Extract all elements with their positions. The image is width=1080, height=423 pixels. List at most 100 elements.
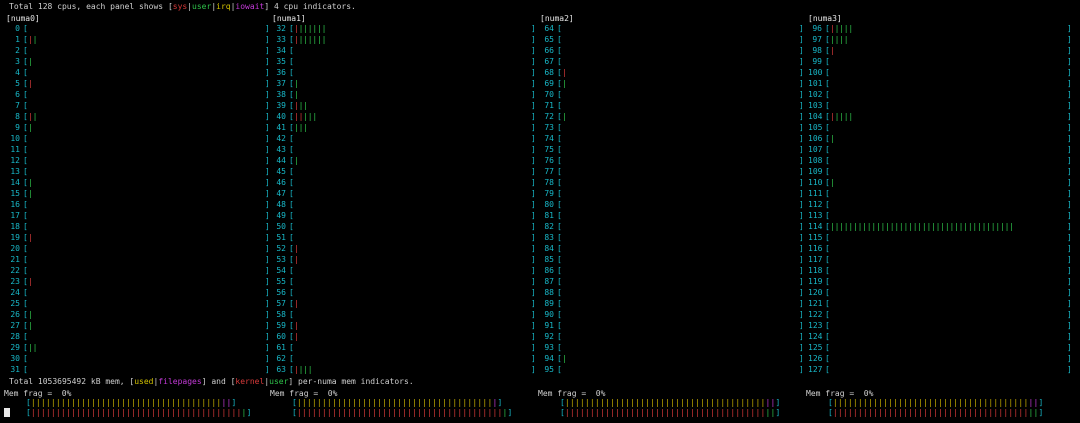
cpu-number: 121 [808, 299, 823, 308]
sys-bar: | [28, 233, 33, 242]
cpu-bracket-right: ] [799, 68, 804, 77]
cpu-row: 6[] [6, 90, 273, 99]
cpu-number: 5 [15, 79, 20, 88]
cpu-bracket-left: [ [23, 354, 28, 363]
cpu-usage-bars: | [830, 178, 835, 187]
cpu-row: 42[] [272, 134, 539, 143]
cpu-number: 9 [15, 123, 20, 132]
cpu-bracket-right: ] [1067, 310, 1072, 319]
cpu-bracket-right: ] [265, 266, 270, 275]
cpu-number: 7 [15, 101, 20, 110]
cpu-bracket-right: ] [265, 200, 270, 209]
cpu-number: 34 [276, 46, 286, 55]
cpu-bracket-right: ] [265, 24, 270, 33]
legend-user-mem: user [269, 377, 289, 386]
cpu-number: 102 [808, 90, 823, 99]
cpu-number: 85 [544, 255, 554, 264]
cpu-bracket-right: ] [265, 189, 270, 198]
cpu-bracket-left: [ [557, 200, 562, 209]
cpu-number: 83 [544, 233, 554, 242]
cpu-row: 22[] [6, 266, 273, 275]
cpu-bracket-right: ] [799, 200, 804, 209]
cpu-bracket-right: ] [265, 255, 270, 264]
user-bar: | [843, 35, 849, 44]
cpu-number: 50 [276, 222, 286, 231]
cpu-bracket-left: [ [23, 90, 28, 99]
cpu-bracket-right: ] [799, 167, 804, 176]
cpu-bracket-right: ] [531, 222, 536, 231]
mem-summary-line: Total 1053695492 kB mem, [used|filepages… [9, 377, 414, 387]
cpu-row: 35[] [272, 57, 539, 66]
cpu-number: 31 [10, 365, 20, 374]
cpu-bracket-right: ] [265, 68, 270, 77]
cpu-bracket-right: ] [799, 255, 804, 264]
cpu-bracket-left: [ [23, 332, 28, 341]
sys-bar: | [294, 321, 299, 330]
cpu-bracket-right: ] [799, 189, 804, 198]
cpu-bracket-right: ] [265, 134, 270, 143]
cpu-row: 126[] [808, 354, 1075, 363]
cpu-bracket-left: [ [289, 266, 294, 275]
cpu-number: 80 [544, 200, 554, 209]
cpu-bracket-right: ] [265, 145, 270, 154]
cpu-bracket-right: ] [1067, 255, 1072, 264]
cpu-row: 120[] [808, 288, 1075, 297]
cpu-summary-line: Total 128 cpus, each panel shows [sys|us… [9, 2, 356, 12]
cpu-bracket-left: [ [557, 90, 562, 99]
cpu-row: 100[] [808, 68, 1075, 77]
cpu-number: 13 [10, 167, 20, 176]
mem-kernel-bar-row: [|||||||||||||||||||||||||||||||||||||||… [26, 408, 252, 417]
cpu-bracket-left: [ [825, 57, 830, 66]
user-bar: | [562, 112, 567, 121]
cpu-number: 119 [808, 277, 823, 286]
cpu-bracket-right: ] [799, 310, 804, 319]
cpu-row: 121[] [808, 299, 1075, 308]
cpu-row: 78[] [540, 178, 807, 187]
cpu-bracket-right: ] [799, 35, 804, 44]
cpu-number: 73 [544, 123, 554, 132]
cpu-row: 61[] [272, 343, 539, 352]
cpu-number: 38 [276, 90, 286, 99]
terminal-window[interactable]: Total 128 cpus, each panel shows [sys | us… [0, 0, 1080, 423]
cpu-bracket-left: [ [557, 46, 562, 55]
cpu-row: 24[] [6, 288, 273, 297]
cpu-bracket-left: [ [557, 310, 562, 319]
cpu-number: 32 [276, 24, 286, 33]
cpu-bracket-left: [ [289, 343, 294, 352]
cpu-number: 12 [10, 156, 20, 165]
cpu-bracket-left: [ [23, 145, 28, 154]
cpu-bracket-right: ] [531, 244, 536, 253]
cpu-row: 9[|] [6, 123, 273, 132]
cpu-row: 71[] [540, 101, 807, 110]
cpu-number: 14 [10, 178, 20, 187]
cpu-number: 41 [276, 123, 286, 132]
cpu-number: 72 [544, 112, 554, 121]
cpu-bracket-left: [ [289, 277, 294, 286]
mem-frag-label: Mem frag = 0% [806, 389, 874, 398]
sys-bar: | [28, 277, 33, 286]
cpu-row: 25[] [6, 299, 273, 308]
cpu-row: 109[] [808, 167, 1075, 176]
cpu-row: 102[] [808, 90, 1075, 99]
cpu-bracket-left: [ [825, 321, 830, 330]
cpu-bracket-right: ] [265, 90, 270, 99]
cpu-row: 118[] [808, 266, 1075, 275]
cpu-bracket-left: [ [825, 233, 830, 242]
cpu-row: 92[] [540, 332, 807, 341]
user-bar: | [28, 57, 33, 66]
cpu-usage-bars: | [562, 354, 567, 363]
cpu-number: 81 [544, 211, 554, 220]
cpu-number: 46 [276, 178, 286, 187]
cpu-number: 59 [276, 321, 286, 330]
cpu-row: 97[||||] [808, 35, 1075, 44]
cpu-number: 113 [808, 211, 823, 220]
cpu-bracket-right: ] [531, 233, 536, 242]
cpu-bracket-left: [ [825, 101, 830, 110]
cpu-bracket-right: ] [799, 24, 804, 33]
cpu-number: 47 [276, 189, 286, 198]
cpu-bracket-left: [ [557, 299, 562, 308]
cpu-row: 8[||] [6, 112, 273, 121]
cpu-row: 110[|] [808, 178, 1075, 187]
cpu-number: 86 [544, 266, 554, 275]
cpu-bracket-left: [ [289, 354, 294, 363]
